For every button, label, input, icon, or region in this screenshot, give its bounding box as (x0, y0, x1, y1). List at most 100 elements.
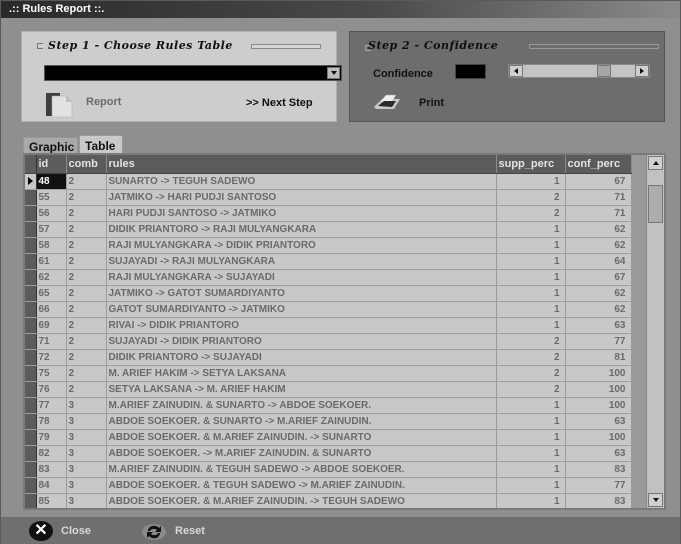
cell-id[interactable]: 78 (36, 413, 67, 430)
column-header-id[interactable]: id (36, 155, 67, 174)
cell-supp-perc[interactable]: 2 (496, 205, 566, 222)
cell-comb[interactable]: 2 (66, 205, 107, 222)
scrollbar-thumb[interactable] (648, 185, 663, 223)
cell-comb[interactable]: 3 (66, 461, 107, 478)
reset-button[interactable]: Reset (141, 521, 205, 541)
cell-rules[interactable]: SUNARTO -> TEGUH SADEWO (106, 173, 497, 190)
cell-id[interactable]: 82 (36, 445, 67, 462)
table-row[interactable]: 83 3 M.ARIEF ZAINUDIN. & TEGUH SADEWO -> A… (25, 461, 632, 478)
cell-comb[interactable]: 2 (66, 381, 107, 398)
cell-rules[interactable]: GATOT SUMARDIYANTO -> JATMIKO (106, 301, 497, 318)
table-row[interactable]: 76 2 SETYA LAKSANA -> M. ARIEF HAKIM 2 100 (25, 381, 632, 398)
cell-rules[interactable]: JATMIKO -> GATOT SUMARDIYANTO (106, 285, 497, 302)
row-selector[interactable] (25, 445, 37, 462)
row-selector[interactable] (25, 493, 37, 508)
cell-comb[interactable]: 2 (66, 349, 107, 366)
cell-supp-perc[interactable]: 1 (496, 397, 566, 414)
table-row[interactable]: 58 2 RAJI MULYANGKARA -> DIDIK PRIANTORO 1 6… (25, 237, 632, 254)
cell-id[interactable]: 66 (36, 301, 67, 318)
cell-supp-perc[interactable]: 1 (496, 173, 566, 190)
cell-conf-perc[interactable]: 83 (565, 493, 632, 508)
table-row[interactable]: 55 2 JATMIKO -> HARI PUDJI SANTOSO 2 71 (25, 189, 632, 206)
table-row[interactable]: 79 3 ABDOE SOEKOER. & M.ARIEF ZAINUDIN. ->… (25, 429, 632, 446)
cell-conf-perc[interactable]: 100 (565, 397, 632, 414)
table-row[interactable]: 66 2 GATOT SUMARDIYANTO -> JATMIKO 1 62 (25, 301, 632, 318)
scroll-up-button[interactable] (648, 156, 663, 170)
cell-comb[interactable]: 2 (66, 317, 107, 334)
dropdown-arrow-button[interactable] (327, 67, 340, 79)
cell-supp-perc[interactable]: 1 (496, 285, 566, 302)
cell-conf-perc[interactable]: 63 (565, 413, 632, 430)
cell-supp-perc[interactable]: 1 (496, 301, 566, 318)
row-selector[interactable] (25, 285, 37, 302)
cell-comb[interactable]: 2 (66, 237, 107, 254)
cell-rules[interactable]: RIVAI -> DIDIK PRIANTORO (106, 317, 497, 334)
cell-supp-perc[interactable]: 1 (496, 445, 566, 462)
cell-conf-perc[interactable]: 62 (565, 237, 632, 254)
cell-comb[interactable]: 2 (66, 301, 107, 318)
cell-conf-perc[interactable]: 100 (565, 381, 632, 398)
cell-supp-perc[interactable]: 2 (496, 381, 566, 398)
row-selector[interactable] (25, 173, 37, 190)
cell-supp-perc[interactable]: 1 (496, 237, 566, 254)
row-selector[interactable] (25, 221, 37, 238)
cell-supp-perc[interactable]: 1 (496, 221, 566, 238)
slider-increase-button[interactable] (635, 65, 649, 77)
scroll-down-button[interactable] (648, 493, 663, 507)
cell-id[interactable]: 55 (36, 189, 67, 206)
row-selector[interactable] (25, 333, 37, 350)
cell-rules[interactable]: ABDOE SOEKOER. & SUNARTO -> M.ARIEF ZAIN… (106, 413, 497, 430)
row-selector[interactable] (25, 189, 37, 206)
cell-supp-perc[interactable]: 1 (496, 317, 566, 334)
cell-conf-perc[interactable]: 77 (565, 333, 632, 350)
row-selector[interactable] (25, 413, 37, 430)
vertical-scrollbar[interactable] (646, 155, 664, 508)
cell-rules[interactable]: HARI PUDJI SANTOSO -> JATMIKO (106, 205, 497, 222)
column-header-supp-perc[interactable]: supp_perc (496, 155, 566, 174)
cell-comb[interactable]: 3 (66, 493, 107, 508)
cell-supp-perc[interactable]: 2 (496, 365, 566, 382)
cell-id[interactable]: 71 (36, 333, 67, 350)
row-selector[interactable] (25, 205, 37, 222)
cell-id[interactable]: 83 (36, 461, 67, 478)
cell-comb[interactable]: 2 (66, 285, 107, 302)
cell-id[interactable]: 69 (36, 317, 67, 334)
table-row[interactable]: 57 2 DIDIK PRIANTORO -> RAJI MULYANGKARA 1 6… (25, 221, 632, 238)
cell-conf-perc[interactable]: 63 (565, 445, 632, 462)
cell-id[interactable]: 77 (36, 397, 67, 414)
cell-supp-perc[interactable]: 1 (496, 429, 566, 446)
printer-icon[interactable] (372, 90, 402, 112)
table-row[interactable]: 69 2 RIVAI -> DIDIK PRIANTORO 1 63 (25, 317, 632, 334)
table-row[interactable]: 75 2 M. ARIEF HAKIM -> SETYA LAKSANA 2 100 (25, 365, 632, 382)
cell-id[interactable]: 84 (36, 477, 67, 494)
cell-comb[interactable]: 2 (66, 365, 107, 382)
table-row[interactable]: 72 2 DIDIK PRIANTORO -> SUJAYADI 2 81 (25, 349, 632, 366)
cell-id[interactable]: 57 (36, 221, 67, 238)
cell-conf-perc[interactable]: 64 (565, 253, 632, 270)
cell-id[interactable]: 72 (36, 349, 67, 366)
table-row[interactable]: 65 2 JATMIKO -> GATOT SUMARDIYANTO 1 62 (25, 285, 632, 302)
cell-comb[interactable]: 2 (66, 269, 107, 286)
row-selector[interactable] (25, 461, 37, 478)
cell-supp-perc[interactable]: 1 (496, 269, 566, 286)
cell-rules[interactable]: RAJI MULYANGKARA -> DIDIK PRIANTORO (106, 237, 497, 254)
cell-id[interactable]: 58 (36, 237, 67, 254)
row-selector[interactable] (25, 397, 37, 414)
cell-comb[interactable]: 3 (66, 445, 107, 462)
tab-graphic[interactable]: Graphic (23, 137, 78, 154)
rules-table-dropdown[interactable] (44, 65, 342, 81)
row-selector[interactable] (25, 349, 37, 366)
window-titlebar[interactable]: .:: Rules Report ::. (1, 1, 680, 18)
slider-thumb[interactable] (596, 65, 611, 77)
cell-comb[interactable]: 3 (66, 397, 107, 414)
report-document-icon[interactable] (44, 92, 74, 118)
row-selector[interactable] (25, 237, 37, 254)
cell-comb[interactable]: 2 (66, 173, 107, 190)
cell-conf-perc[interactable]: 100 (565, 365, 632, 382)
cell-rules[interactable]: ABDOE SOEKOER. -> M.ARIEF ZAINUDIN. & SU… (106, 445, 497, 462)
cell-rules[interactable]: ABDOE SOEKOER. & TEGUH SADEWO -> M.ARIEF… (106, 477, 497, 494)
cell-rules[interactable]: DIDIK PRIANTORO -> SUJAYADI (106, 349, 497, 366)
cell-comb[interactable]: 3 (66, 429, 107, 446)
cell-id[interactable]: 79 (36, 429, 67, 446)
cell-rules[interactable]: M.ARIEF ZAINUDIN. & TEGUH SADEWO -> ABDO… (106, 461, 497, 478)
